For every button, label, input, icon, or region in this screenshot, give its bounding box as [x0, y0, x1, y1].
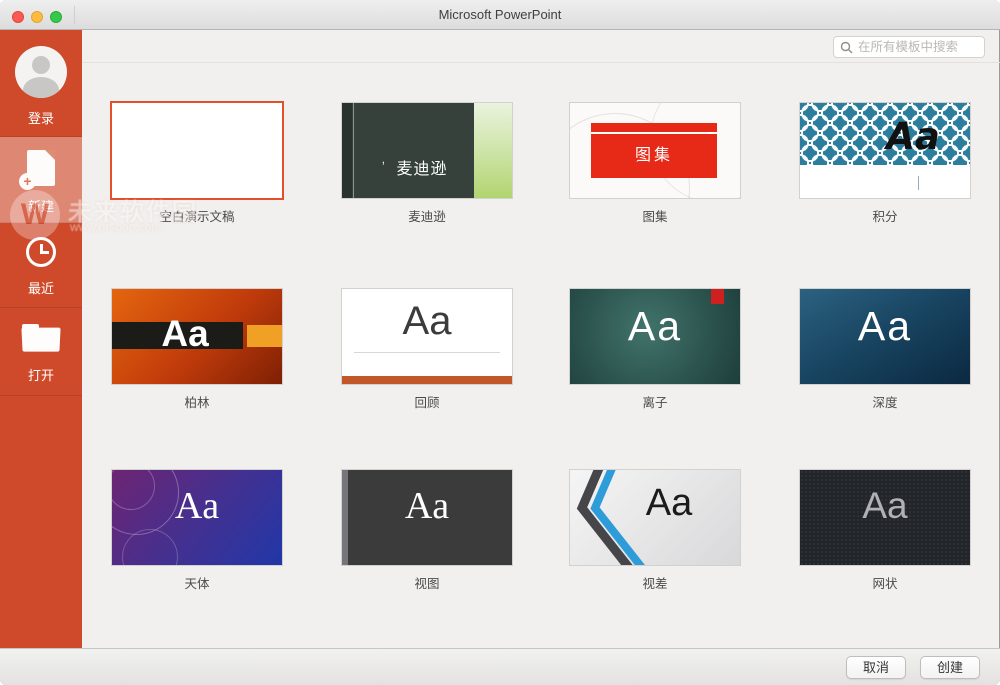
madison-preview-text: 麦迪逊: [370, 155, 474, 179]
window-title: Microsoft PowerPoint: [0, 0, 1000, 30]
template-tile-depth: Aa 深度: [800, 289, 970, 411]
template-tile-parallax: Aa 视差: [570, 470, 740, 592]
template-tile-retrospect: Aa 回顾: [342, 289, 512, 411]
search-icon: [840, 41, 853, 54]
template-tile-celestial: Aa 天体: [112, 470, 282, 592]
sidebar-item-sign-in[interactable]: 登录: [0, 30, 82, 137]
template-label: 离子: [570, 392, 740, 411]
template-thumbnail-parallax[interactable]: Aa: [570, 470, 740, 565]
template-label: 积分: [800, 206, 970, 225]
template-thumbnail-integral[interactable]: Aa: [800, 103, 970, 198]
sidebar-item-new[interactable]: + 新建: [0, 137, 82, 223]
template-thumbnail-blank[interactable]: [112, 103, 282, 198]
template-thumbnail-depth[interactable]: Aa: [800, 289, 970, 384]
template-thumbnail-atlas[interactable]: 图集: [570, 103, 740, 198]
mesh-preview-text: Aa: [800, 485, 970, 527]
powerpoint-template-chooser-window: Microsoft PowerPoint 登录 + 新建 最近: [0, 0, 1000, 685]
template-label: 网状: [800, 573, 970, 592]
template-tile-integral: Aa 积分: [800, 103, 970, 225]
template-label: 视图: [342, 573, 512, 592]
view-preview-text: Aa: [342, 484, 512, 528]
template-thumbnail-ion[interactable]: Aa: [570, 289, 740, 384]
template-tile-atlas: 图集 图集: [570, 103, 740, 225]
folder-icon: [22, 324, 60, 352]
sign-in-label: 登录: [0, 108, 82, 127]
template-thumbnail-berlin[interactable]: Aa: [112, 289, 282, 384]
retrospect-preview-text: Aa: [342, 299, 512, 344]
footer-bar: 取消 创建: [0, 648, 1000, 685]
sidebar-item-open[interactable]: 打开: [0, 308, 82, 396]
ion-preview-text: Aa: [570, 303, 740, 350]
clock-icon: [26, 237, 56, 267]
template-label: 回顾: [342, 392, 512, 411]
search-placeholder: 在所有模板中搜索: [858, 37, 958, 57]
title-bar: Microsoft PowerPoint: [0, 0, 1000, 30]
template-label: 空白演示文稿: [112, 206, 282, 225]
sidebar-item-recent[interactable]: 最近: [0, 223, 82, 308]
open-label: 打开: [0, 365, 82, 384]
toolbar: 在所有模板中搜索: [82, 30, 1000, 63]
template-thumbnail-mesh[interactable]: Aa: [800, 470, 970, 565]
template-label: 天体: [112, 573, 282, 592]
template-thumbnail-retrospect[interactable]: Aa: [342, 289, 512, 384]
search-input[interactable]: 在所有模板中搜索: [833, 36, 985, 58]
sidebar: 登录 + 新建 最近 打开: [0, 30, 82, 648]
new-label: 新建: [0, 196, 82, 215]
template-label: 柏林: [112, 392, 282, 411]
template-thumbnail-madison[interactable]: ʼ 麦迪逊: [342, 103, 512, 198]
template-thumbnail-view[interactable]: Aa: [342, 470, 512, 565]
template-label: 麦迪逊: [342, 206, 512, 225]
template-tile-view: Aa 视图: [342, 470, 512, 592]
template-tile-mesh: Aa 网状: [800, 470, 970, 592]
celestial-preview-text: Aa: [112, 484, 282, 528]
recent-label: 最近: [0, 278, 82, 297]
template-label: 深度: [800, 392, 970, 411]
template-thumbnail-celestial[interactable]: Aa: [112, 470, 282, 565]
new-document-icon: +: [25, 150, 57, 188]
template-tile-ion: Aa 离子: [570, 289, 740, 411]
berlin-preview-text: Aa: [112, 313, 270, 355]
atlas-preview-text: 图集: [591, 141, 717, 165]
parallax-preview-text: Aa: [584, 482, 740, 525]
template-label: 图集: [570, 206, 740, 225]
create-button[interactable]: 创建: [920, 656, 980, 679]
avatar: [15, 46, 67, 98]
template-tile-blank: 空白演示文稿: [112, 103, 282, 225]
cancel-button[interactable]: 取消: [846, 656, 906, 679]
template-label: 视差: [570, 573, 740, 592]
depth-preview-text: Aa: [800, 303, 970, 350]
template-tile-madison: ʼ 麦迪逊 麦迪逊: [342, 103, 512, 225]
integral-preview-text: Aa: [828, 115, 970, 158]
template-tile-berlin: Aa 柏林: [112, 289, 282, 411]
